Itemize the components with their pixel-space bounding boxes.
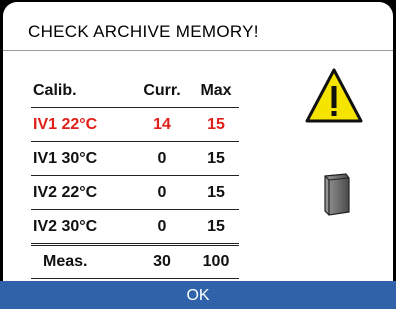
table-row: IV1 22°C 14 15	[31, 108, 239, 142]
row-max: 15	[207, 217, 225, 235]
footer-max: 100	[193, 244, 239, 279]
header-curr: Curr.	[143, 81, 181, 99]
calibration-table: Calib. Curr. Max IV1 22°C 14 15 IV1 30°C…	[31, 74, 239, 279]
table-header-row: Calib. Curr. Max	[31, 74, 239, 108]
archive-book-icon	[324, 173, 350, 216]
row-label: IV1 30°C	[33, 149, 98, 167]
table-row: IV2 30°C 0 15	[31, 210, 239, 245]
footer-label: Meas.	[31, 244, 131, 279]
table-row: IV1 30°C 0 15	[31, 142, 239, 176]
ok-button[interactable]: OK	[0, 281, 396, 309]
row-curr: 0	[157, 149, 167, 167]
warning-icon	[305, 68, 363, 123]
footer-curr: 30	[131, 244, 193, 279]
row-curr: 0	[157, 183, 167, 201]
row-max: 15	[207, 149, 225, 167]
header-max: Max	[200, 81, 232, 99]
row-max: 15	[207, 115, 225, 133]
row-label: IV1 22°C	[33, 115, 98, 133]
row-curr: 14	[153, 115, 171, 133]
row-curr: 0	[157, 217, 167, 235]
row-label: IV2 22°C	[33, 183, 98, 201]
dialog-title: CHECK ARCHIVE MEMORY!	[28, 22, 259, 41]
row-max: 15	[207, 183, 225, 201]
table-row: IV2 22°C 0 15	[31, 176, 239, 210]
row-label: IV2 30°C	[33, 217, 98, 235]
table-footer-row: Meas. 30 100	[31, 244, 239, 279]
archive-memory-dialog: CHECK ARCHIVE MEMORY! Calib. Curr. Max I…	[3, 2, 393, 309]
ok-button-label: OK	[186, 287, 210, 304]
header-calib: Calib.	[33, 81, 77, 99]
screen: CHECK ARCHIVE MEMORY! Calib. Curr. Max I…	[0, 0, 396, 309]
title-divider	[3, 50, 393, 51]
